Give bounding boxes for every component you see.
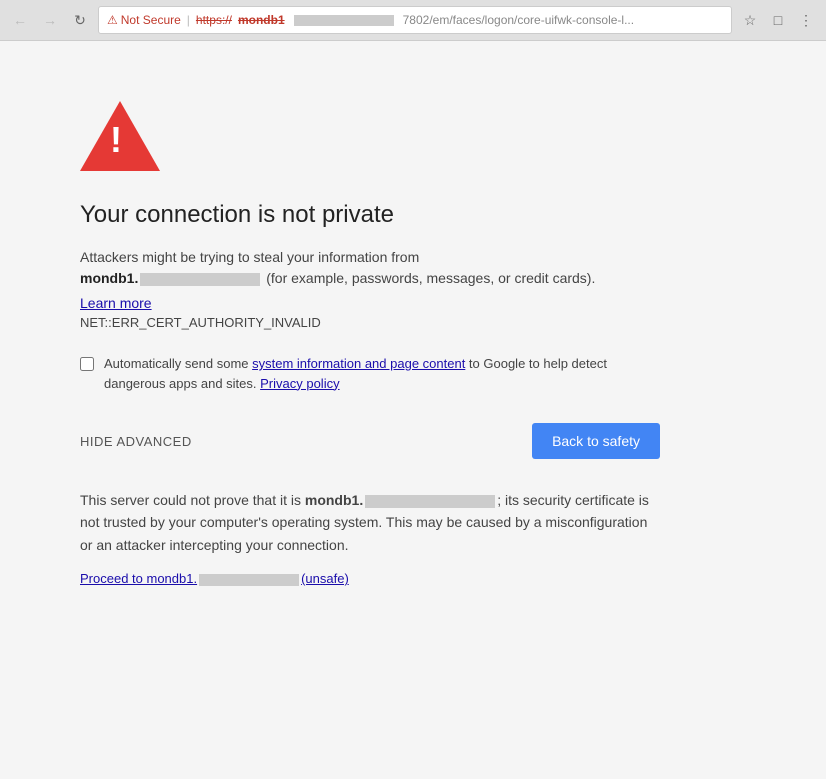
url-blurred: [294, 15, 394, 26]
advanced-hostname-blurred: [365, 495, 495, 508]
privacy-policy-link[interactable]: Privacy policy: [260, 376, 339, 391]
back-to-safety-button[interactable]: Back to safety: [532, 423, 660, 459]
url-domain: mondb1: [238, 13, 285, 27]
url-protocol: https://: [196, 13, 232, 27]
hostname-bold: mondb1.: [80, 270, 138, 286]
page-content: Your connection is not private Attackers…: [0, 41, 826, 779]
page-title: Your connection is not private: [80, 201, 746, 229]
forward-button[interactable]: →: [38, 8, 62, 32]
checkbox-label: Automatically send some system informati…: [104, 354, 660, 393]
advanced-description: This server could not prove that it is m…: [80, 489, 660, 556]
refresh-button[interactable]: ↻: [68, 8, 92, 32]
hostname-blurred: [140, 273, 260, 286]
warning-triangle-icon: ⚠: [107, 13, 118, 27]
url-path: 7802/em/faces/logon/core-uifwk-console-l…: [403, 13, 634, 27]
button-row: HIDE ADVANCED Back to safety: [80, 423, 660, 459]
system-info-link[interactable]: system information and page content: [252, 356, 465, 371]
browser-toolbar: ← → ↻ ⚠ Not Secure | https:// mondb1 7802/…: [0, 0, 826, 40]
security-warning: ⚠ Not Secure: [107, 13, 181, 27]
url-separator: |: [187, 13, 190, 27]
proceed-unsafe: (unsafe): [301, 571, 349, 586]
description-line1: Attackers might be trying to steal your …: [80, 249, 419, 265]
description-text: Attackers might be trying to steal your …: [80, 247, 660, 289]
learn-more-link[interactable]: Learn more: [80, 295, 746, 311]
proceed-blurred: [199, 574, 299, 586]
bookmark-button[interactable]: ☆: [738, 8, 762, 32]
proceed-link-row: Proceed to mondb1. (unsafe): [80, 570, 660, 588]
warning-triangle-icon: [80, 101, 160, 171]
advanced-section: This server could not prove that it is m…: [80, 489, 660, 588]
proceed-link-text: Proceed to mondb1.: [80, 571, 197, 586]
hide-advanced-button[interactable]: HIDE ADVANCED: [80, 434, 192, 449]
checkbox-section: Automatically send some system informati…: [80, 354, 660, 393]
not-secure-label: Not Secure: [121, 13, 181, 27]
back-button[interactable]: ←: [8, 8, 32, 32]
menu-button[interactable]: ⋮: [794, 8, 818, 32]
proceed-link[interactable]: Proceed to mondb1. (unsafe): [80, 571, 349, 586]
address-bar[interactable]: ⚠ Not Secure | https:// mondb1 7802/em/fac…: [98, 6, 732, 34]
error-code: NET::ERR_CERT_AUTHORITY_INVALID: [80, 315, 746, 330]
description-line2: (for example, passwords, messages, or cr…: [262, 270, 595, 286]
advanced-hostname: mondb1.: [305, 492, 363, 508]
extension-button[interactable]: □: [766, 8, 790, 32]
browser-chrome: ← → ↻ ⚠ Not Secure | https:// mondb1 7802/…: [0, 0, 826, 41]
checkbox-label-part1: Automatically send some: [104, 356, 252, 371]
advanced-text-part1: This server could not prove that it is: [80, 492, 305, 508]
toolbar-icons: ☆ □ ⋮: [738, 8, 818, 32]
send-info-checkbox[interactable]: [80, 357, 94, 371]
